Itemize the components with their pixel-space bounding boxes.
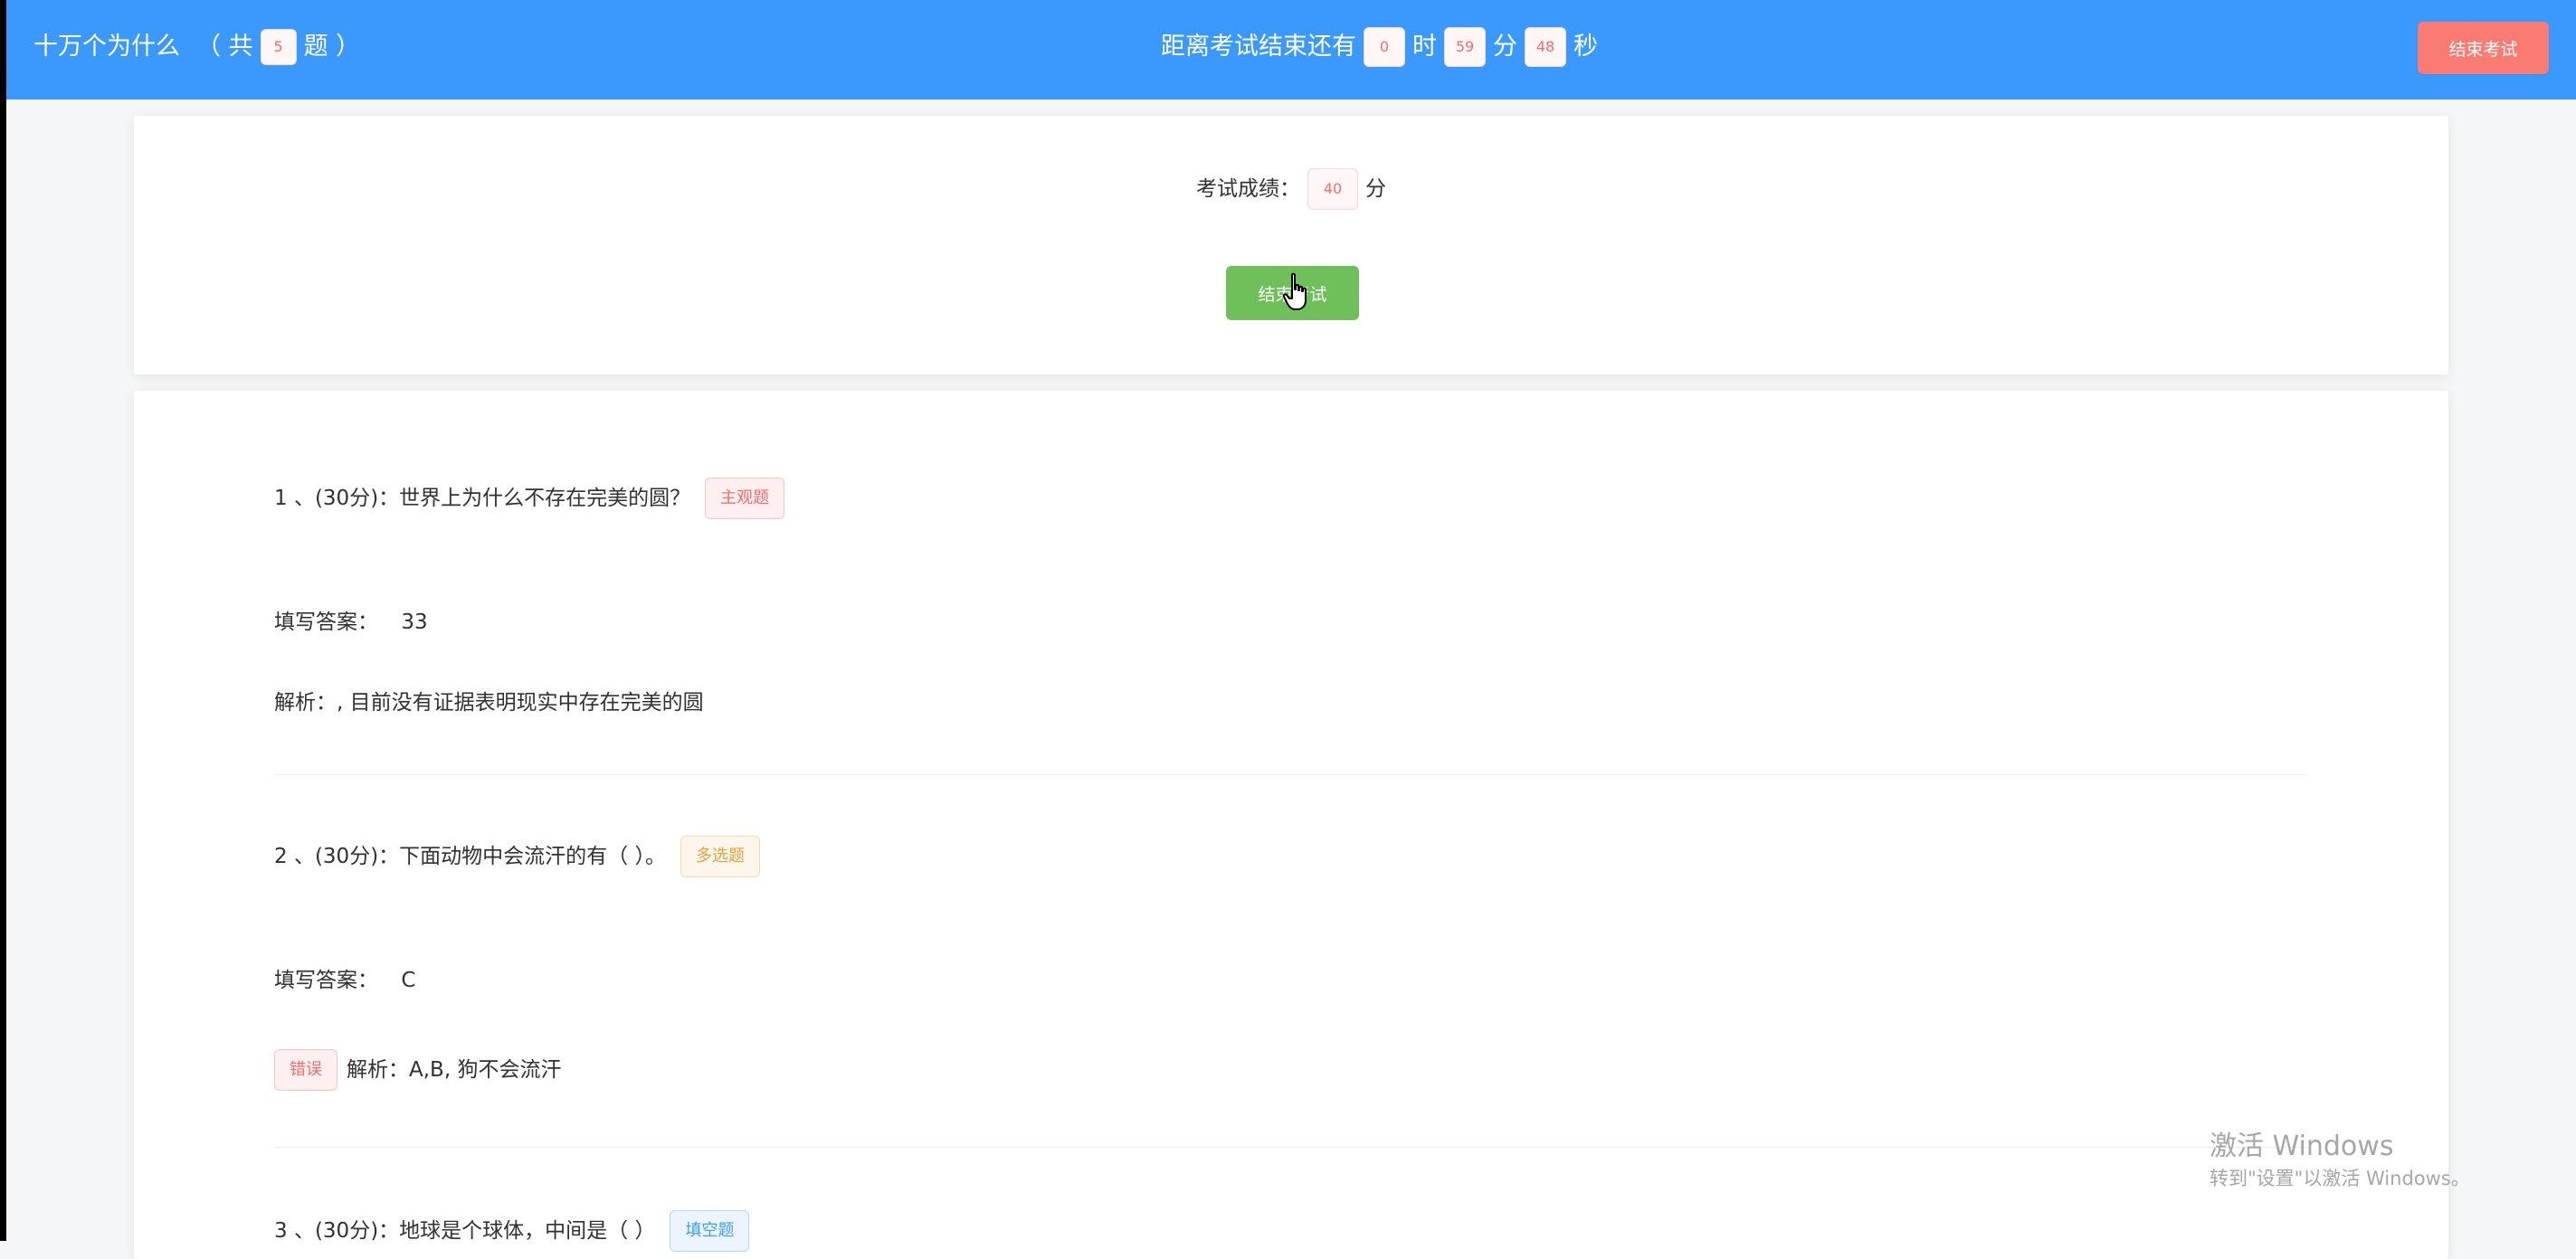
answer-line: 填写答案： 33 bbox=[274, 604, 428, 640]
total-prefix: （ 共 bbox=[196, 33, 253, 61]
countdown-seconds: 48 bbox=[1525, 27, 1566, 67]
answer-value: C bbox=[401, 969, 416, 992]
exam-title-group: 十万个为什么 （ 共 5 题 ） bbox=[33, 29, 360, 65]
answer-label: 填写答案： bbox=[274, 611, 378, 634]
windows-activation-watermark: 激活 Windows 转到"设置"以激活 Windows。 bbox=[2210, 1129, 2470, 1192]
question-item: 1 、(30分)：世界上为什么不存在完美的圆？ 主观题 bbox=[274, 478, 2308, 519]
question-number: 3 bbox=[274, 1219, 288, 1243]
question-title: 1 、(30分)：世界上为什么不存在完美的圆？ 主观题 bbox=[274, 478, 2308, 519]
exam-header: 十万个为什么 （ 共 5 题 ） 距离考试结束还有 0 时 59 分 48 秒 … bbox=[6, 0, 2576, 99]
questions-panel: 1 、(30分)：世界上为什么不存在完美的圆？ 主观题 填写答案： 33 解析：… bbox=[134, 391, 2448, 1259]
question-type-tag: 主观题 bbox=[705, 478, 785, 519]
question-type-tag: 填空题 bbox=[670, 1210, 750, 1252]
minutes-unit: 分 bbox=[1493, 33, 1517, 61]
window-left-edge bbox=[0, 0, 6, 1241]
exam-title: 十万个为什么 bbox=[33, 33, 180, 61]
countdown-timer: 距离考试结束还有 0 时 59 分 48 秒 bbox=[1161, 27, 1598, 67]
question-title: 3 、(30分)：地球是个球体，中间是（ ） 填空题 bbox=[274, 1210, 2308, 1252]
analysis-line: 解析：, 目前没有证据表明现实中存在完美的圆 bbox=[274, 682, 704, 724]
answer-value: 33 bbox=[401, 611, 428, 634]
question-title: 2 、(30分)：下面动物中会流汗的有（ ）。 多选题 bbox=[274, 836, 2308, 877]
question-number: 2 bbox=[274, 845, 288, 868]
question-item: 2 、(30分)：下面动物中会流汗的有（ ）。 多选题 bbox=[274, 836, 2308, 877]
question-divider bbox=[274, 1147, 2308, 1148]
end-exam-button[interactable]: 结束考试 bbox=[2418, 22, 2549, 74]
question-text: 、(30分)：地球是个球体，中间是（ ） bbox=[293, 1219, 656, 1243]
analysis-text: 解析：A,B, 狗不会流汗 bbox=[347, 1058, 562, 1082]
answer-line: 填写答案： C bbox=[274, 962, 415, 999]
score-label: 考试成绩： bbox=[1196, 177, 1300, 201]
hours-unit: 时 bbox=[1412, 33, 1437, 61]
analysis-line: 错误 解析：A,B, 狗不会流汗 bbox=[274, 1049, 561, 1091]
question-text: 、(30分)：下面动物中会流汗的有（ ）。 bbox=[293, 845, 666, 868]
analysis-text: 解析：, 目前没有证据表明现实中存在完美的圆 bbox=[274, 691, 704, 715]
seconds-unit: 秒 bbox=[1573, 33, 1598, 61]
question-type-tag: 多选题 bbox=[680, 836, 760, 877]
total-suffix: 题 ） bbox=[303, 33, 361, 61]
question-divider bbox=[274, 774, 2308, 775]
score-line: 考试成绩： 40 分 bbox=[134, 168, 2448, 210]
score-unit: 分 bbox=[1365, 177, 1386, 201]
question-count-badge: 5 bbox=[260, 29, 297, 65]
countdown-minutes: 59 bbox=[1444, 27, 1486, 67]
question-item: 3 、(30分)：地球是个球体，中间是（ ） 填空题 bbox=[274, 1210, 2308, 1252]
question-number: 1 bbox=[274, 487, 288, 510]
countdown-label: 距离考试结束还有 bbox=[1161, 33, 1356, 61]
score-panel: 考试成绩： 40 分 结束考试 bbox=[134, 116, 2448, 374]
watermark-title: 激活 Windows bbox=[2210, 1131, 2394, 1162]
finish-exam-button[interactable]: 结束考试 bbox=[1226, 266, 1359, 320]
score-value-badge: 40 bbox=[1307, 168, 1358, 210]
answer-label: 填写答案： bbox=[274, 969, 378, 992]
countdown-hours: 0 bbox=[1364, 27, 1405, 67]
watermark-subtitle: 转到"设置"以激活 Windows。 bbox=[2210, 1168, 2470, 1189]
question-text: 、(30分)：世界上为什么不存在完美的圆？ bbox=[293, 487, 691, 510]
result-tag-wrong: 错误 bbox=[274, 1049, 337, 1091]
